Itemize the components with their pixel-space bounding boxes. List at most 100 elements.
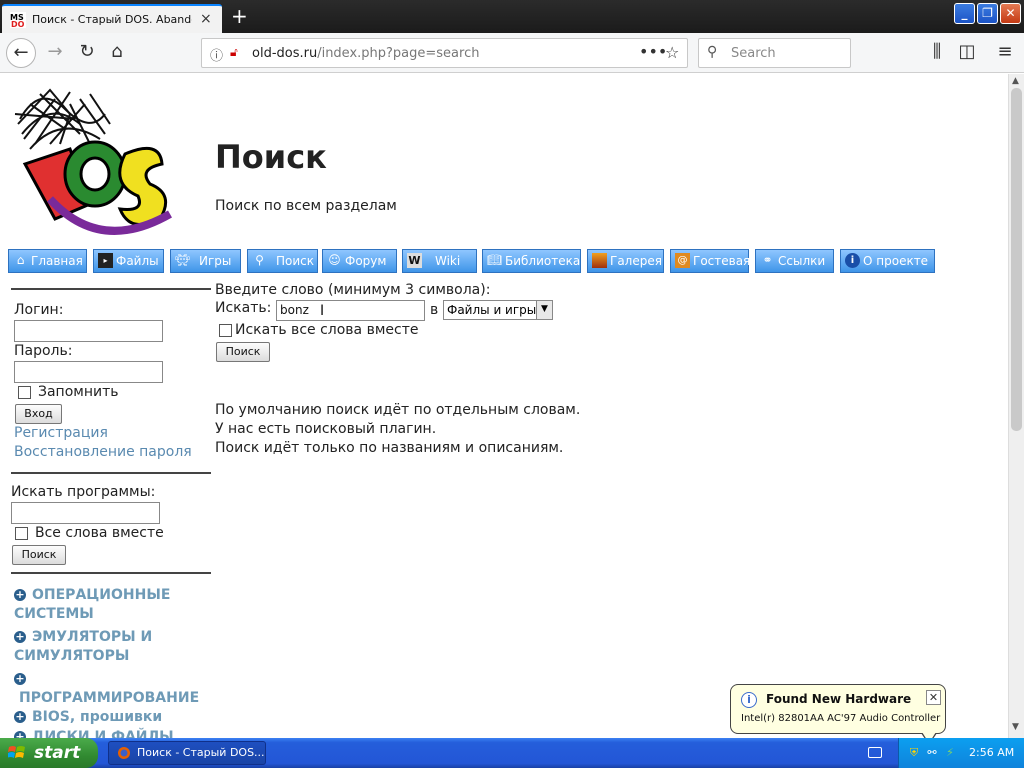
insecure-lock-icon[interactable]: 🔓︎ bbox=[230, 45, 238, 60]
recover-password-link[interactable]: Восстановление пароля bbox=[14, 444, 192, 460]
expand-plus-icon[interactable]: + bbox=[14, 673, 26, 685]
safely-remove-icon[interactable]: ⚡︎ bbox=[943, 746, 957, 760]
wiki-icon: W bbox=[407, 253, 422, 268]
in-label: в bbox=[430, 302, 439, 318]
password-input[interactable] bbox=[14, 361, 163, 383]
taskbar-window-label: Поиск - Старый DOS... bbox=[137, 746, 265, 759]
info-line: У нас есть поисковый плагин. bbox=[215, 421, 437, 437]
menu-item-home[interactable]: ⌂ Главная bbox=[8, 249, 87, 273]
info-line: Поиск идёт только по названиям и описани… bbox=[215, 440, 564, 456]
program-search-button[interactable]: Поиск bbox=[12, 545, 66, 565]
category-disks[interactable]: + ДИСКИ И ФАЙЛЫ bbox=[14, 728, 209, 738]
home-icon[interactable]: ⌂ bbox=[104, 40, 130, 66]
menu-item-guestbook[interactable]: @ Гостевая bbox=[670, 249, 751, 273]
category-os[interactable]: + ОПЕРАЦИОННЫЕ СИСТЕМЫ bbox=[14, 586, 209, 624]
main-menu: ⌂ Главная ▸ Файлы 👾︎ Игры ⚲ Поиск ☺ Форум W Wi… bbox=[8, 249, 1008, 274]
back-arrow-icon[interactable]: ← bbox=[6, 38, 36, 68]
program-allwords-checkbox[interactable] bbox=[15, 527, 28, 540]
program-search-input[interactable] bbox=[11, 502, 160, 524]
browser-tab-active[interactable]: MS DO Поиск - Старый DOS. Abandonware × bbox=[2, 4, 222, 33]
category-bios[interactable]: + BIOS, прошивки bbox=[14, 708, 209, 727]
menu-item-links[interactable]: ⚭ Ссылки bbox=[755, 249, 834, 273]
url-text[interactable]: old-dos.ru/index.php?page=search bbox=[252, 46, 479, 61]
expand-plus-icon[interactable]: + bbox=[14, 711, 26, 723]
category-emulators[interactable]: + ЭМУЛЯТОРЫ И СИМУЛЯТОРЫ bbox=[14, 628, 209, 666]
bookmark-star-icon[interactable]: ☆ bbox=[665, 43, 679, 62]
section-select[interactable]: Файлы и игры ▼ bbox=[443, 300, 553, 320]
menu-item-files[interactable]: ▸ Файлы bbox=[93, 249, 164, 273]
menu-item-library[interactable]: 📖︎ Библиотека bbox=[482, 249, 581, 273]
login-input[interactable] bbox=[14, 320, 163, 342]
windows-flag-icon bbox=[8, 746, 25, 758]
scroll-down-arrow-icon[interactable]: ▼ bbox=[1012, 722, 1019, 732]
browser-titlebar: MS DO Поиск - Старый DOS. Abandonware × … bbox=[0, 0, 1024, 33]
clock: 2:56 AM bbox=[969, 746, 1015, 759]
window-close-button[interactable]: ✕ bbox=[1000, 3, 1021, 24]
msdos-favicon-icon: MS DO bbox=[10, 12, 26, 28]
scroll-up-arrow-icon[interactable]: ▲ bbox=[1012, 76, 1019, 86]
menu-item-label: Файлы bbox=[116, 254, 159, 268]
magnifier-icon: ⚲ bbox=[255, 253, 264, 267]
taskbar-window-item[interactable]: Поиск - Старый DOS... bbox=[108, 741, 266, 765]
keyboard-icon[interactable] bbox=[868, 747, 882, 758]
reload-icon[interactable]: ↻ bbox=[74, 40, 100, 66]
browser-search-input[interactable]: ⚲ Search bbox=[698, 38, 851, 68]
hardware-notification-balloon[interactable]: i Found New Hardware ✕ Intel(r) 82801AA … bbox=[730, 684, 946, 745]
start-button[interactable]: start bbox=[0, 738, 98, 768]
menu-item-label: Ссылки bbox=[778, 254, 826, 268]
register-link[interactable]: Регистрация bbox=[14, 425, 108, 441]
menu-item-about[interactable]: iО проекте bbox=[840, 249, 935, 273]
menu-item-label: Библиотека bbox=[505, 254, 581, 268]
network-icon[interactable]: ⚯ bbox=[925, 746, 939, 760]
terminal-icon: ▸ bbox=[98, 253, 113, 268]
window-minimize-button[interactable]: _ bbox=[954, 3, 975, 24]
link-icon: ⚭ bbox=[762, 253, 773, 267]
home-icon: ⌂ bbox=[16, 253, 25, 267]
user-icon: ☺ bbox=[328, 253, 341, 267]
svg-text:DO: DO bbox=[11, 20, 25, 28]
menu-item-games[interactable]: 👾︎ Игры bbox=[170, 249, 241, 273]
msdos-logo bbox=[14, 88, 172, 235]
section-select-value: Файлы и игры bbox=[447, 303, 537, 317]
password-label: Пароль: bbox=[14, 343, 73, 359]
new-tab-button[interactable]: + bbox=[231, 4, 248, 28]
allwords-checkbox[interactable] bbox=[219, 324, 232, 337]
remember-checkbox[interactable] bbox=[18, 386, 31, 399]
menu-item-search[interactable]: ⚲ Поиск bbox=[247, 249, 318, 273]
library-icon[interactable]: ⫼ bbox=[924, 40, 950, 66]
category-programming[interactable]: + ПРОГРАММИРОВАНИЕ bbox=[14, 670, 209, 708]
search-query-input[interactable]: bonz bbox=[276, 300, 425, 321]
dropdown-arrow-icon[interactable]: ▼ bbox=[536, 301, 552, 319]
security-shield-icon[interactable]: ⛨ bbox=[907, 746, 921, 760]
info-icon[interactable]: ⓘ bbox=[210, 45, 223, 64]
hamburger-menu-icon[interactable]: ≡ bbox=[992, 40, 1018, 66]
sidebar-toggle-icon[interactable]: ◫ bbox=[954, 40, 980, 66]
tab-close-icon[interactable]: × bbox=[200, 11, 212, 27]
menu-item-gallery[interactable]: Галерея bbox=[587, 249, 664, 273]
menu-item-forum[interactable]: ☺ Форум bbox=[322, 249, 397, 273]
divider bbox=[11, 288, 211, 290]
menu-item-label: Главная bbox=[31, 254, 83, 268]
page-scrollbar[interactable]: ▲ ▼ bbox=[1008, 74, 1024, 738]
menu-item-wiki[interactable]: W Wiki bbox=[402, 249, 477, 273]
forward-arrow-icon[interactable]: → bbox=[42, 40, 68, 66]
info-icon: i bbox=[845, 253, 860, 268]
page-title: Поиск bbox=[215, 138, 327, 176]
taskbar: start Поиск - Старый DOS... ⛨ ⚯ ⚡︎ 2:56 … bbox=[0, 738, 1024, 768]
expand-plus-icon[interactable]: + bbox=[14, 731, 26, 738]
window-maximize-button[interactable]: ❐ bbox=[977, 3, 998, 24]
search-submit-button[interactable]: Поиск bbox=[216, 342, 270, 362]
expand-plus-icon[interactable]: + bbox=[14, 631, 26, 643]
menu-item-label: Гостевая bbox=[693, 254, 751, 268]
page-actions-icon[interactable]: ••• bbox=[639, 42, 667, 61]
menu-item-label: Галерея bbox=[610, 254, 662, 268]
login-button[interactable]: Вход bbox=[15, 404, 62, 424]
url-bar[interactable]: ⓘ 🔓︎ old-dos.ru/index.php?page=search ••… bbox=[201, 38, 688, 68]
system-tray: ⛨ ⚯ ⚡︎ 2:56 AM bbox=[898, 738, 1024, 768]
program-search-label: Искать программы: bbox=[11, 484, 156, 500]
expand-plus-icon[interactable]: + bbox=[14, 589, 26, 601]
scrollbar-thumb[interactable] bbox=[1011, 88, 1022, 431]
tab-title: Поиск - Старый DOS. Abandonware bbox=[32, 13, 192, 26]
close-icon[interactable]: ✕ bbox=[926, 690, 941, 705]
search-label: Искать: bbox=[215, 300, 272, 316]
